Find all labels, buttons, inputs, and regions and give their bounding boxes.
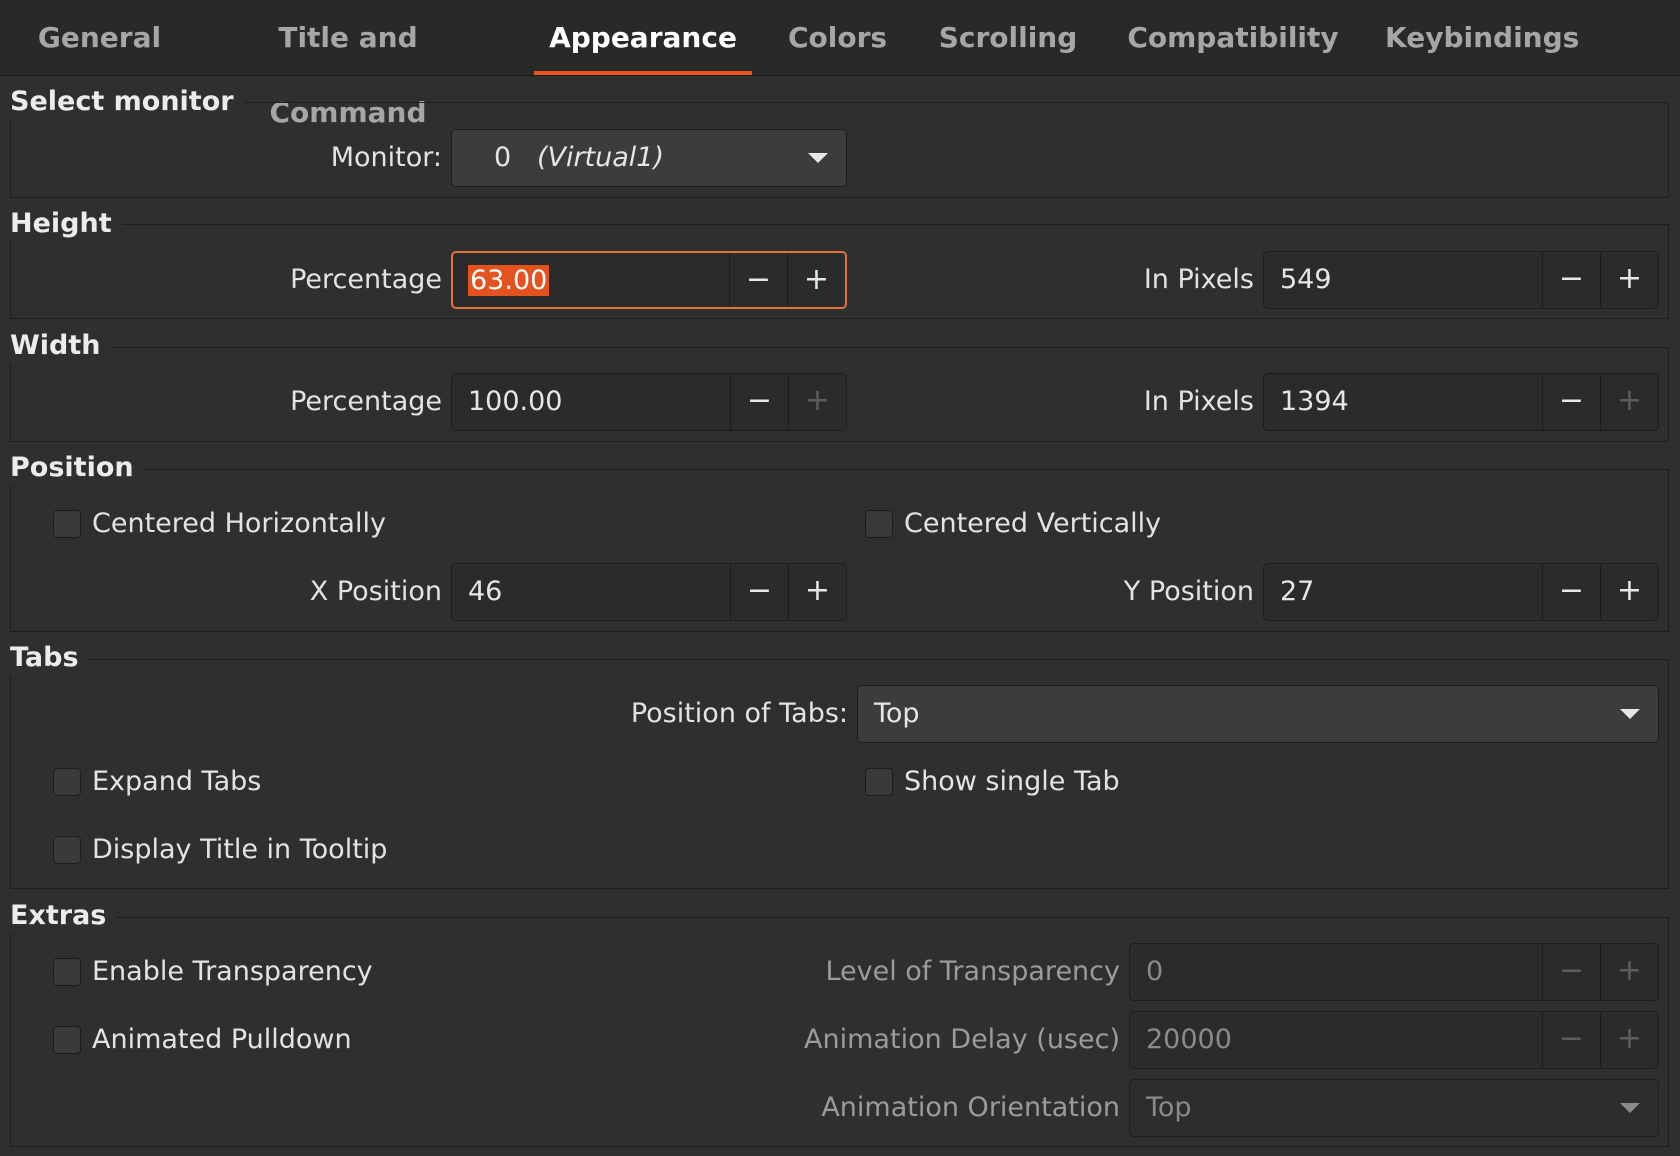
animation-delay-value: 20000: [1146, 1024, 1232, 1055]
animation-orientation-value: Top: [1146, 1092, 1192, 1123]
plus-icon[interactable]: +: [1600, 564, 1658, 620]
height-percentage-spinbutton[interactable]: 63.00 − +: [451, 251, 847, 309]
width-pixels-spinbutton[interactable]: 1394 − +: [1263, 373, 1659, 431]
animation-orientation-combo: Top: [1129, 1079, 1659, 1137]
tab-colors[interactable]: Colors: [775, 0, 900, 75]
minus-icon[interactable]: −: [730, 564, 788, 620]
tab-general[interactable]: General: [22, 0, 177, 75]
monitor-combo-value: 0 (Virtual1): [494, 130, 664, 186]
animated-pulldown-label[interactable]: Animated Pulldown: [92, 1020, 352, 1060]
expand-tabs-checkbox[interactable]: [53, 768, 81, 796]
plus-icon: +: [1600, 1012, 1658, 1068]
plus-icon: +: [788, 374, 846, 430]
animated-pulldown-checkbox[interactable]: [53, 1026, 81, 1054]
position-of-tabs-combo[interactable]: Top: [857, 685, 1659, 743]
x-position-value: 46: [468, 576, 503, 607]
tab-compatibility[interactable]: Compatibility: [1123, 0, 1343, 75]
tab-title-and-command[interactable]: Title and Command: [198, 0, 498, 129]
monitor-label: Monitor:: [330, 142, 442, 173]
chevron-down-icon: [1620, 709, 1640, 719]
height-percentage-value: 63.00: [468, 253, 550, 309]
show-single-tab-label[interactable]: Show single Tab: [904, 762, 1120, 802]
level-of-transparency-value: 0: [1146, 956, 1164, 987]
plus-icon[interactable]: +: [1600, 252, 1658, 308]
plus-icon[interactable]: +: [787, 253, 845, 307]
centered-horizontally-checkbox[interactable]: [53, 510, 81, 538]
x-position-label: X Position: [309, 576, 442, 607]
centered-vertically-checkbox[interactable]: [865, 510, 893, 538]
position-of-tabs-value: Top: [874, 698, 920, 729]
monitor-combo[interactable]: 0 (Virtual1): [451, 129, 847, 187]
section-title-height: Height: [10, 207, 122, 241]
animation-delay-spinbutton: 20000 − +: [1129, 1011, 1659, 1069]
level-of-transparency-label: Level of Transparency: [825, 956, 1120, 987]
minus-icon[interactable]: −: [1542, 374, 1600, 430]
height-pixels-spinbutton[interactable]: 549 − +: [1263, 251, 1659, 309]
minus-icon[interactable]: −: [1542, 252, 1600, 308]
notebook-tab-bar: General Title and Command Appearance Col…: [0, 0, 1680, 129]
height-pixels-label: In Pixels: [1143, 264, 1254, 295]
section-title-position: Position: [10, 451, 144, 485]
minus-icon[interactable]: −: [729, 253, 787, 307]
section-title-extras: Extras: [10, 899, 117, 933]
y-position-label: Y Position: [1123, 576, 1254, 607]
level-of-transparency-spinbutton: 0 − +: [1129, 943, 1659, 1001]
show-single-tab-checkbox[interactable]: [865, 768, 893, 796]
tab-appearance[interactable]: Appearance: [534, 0, 752, 75]
centered-horizontally-label[interactable]: Centered Horizontally: [92, 504, 386, 544]
minus-icon: −: [1542, 944, 1600, 1000]
y-position-value: 27: [1280, 576, 1315, 607]
plus-icon: +: [1600, 944, 1658, 1000]
animation-delay-label: Animation Delay (usec): [804, 1024, 1120, 1055]
x-position-spinbutton[interactable]: 46 − +: [451, 563, 847, 621]
section-title-width: Width: [10, 329, 111, 363]
width-pixels-label: In Pixels: [1143, 386, 1254, 417]
y-position-spinbutton[interactable]: 27 − +: [1263, 563, 1659, 621]
centered-vertically-label[interactable]: Centered Vertically: [904, 504, 1161, 544]
height-percentage-label: Percentage: [290, 264, 442, 295]
height-pixels-value: 549: [1280, 264, 1332, 295]
section-title-select-monitor: Select monitor: [10, 85, 244, 119]
minus-icon: −: [1542, 1012, 1600, 1068]
display-title-in-tooltip-label[interactable]: Display Title in Tooltip: [92, 830, 387, 870]
plus-icon[interactable]: +: [788, 564, 846, 620]
chevron-down-icon: [1620, 1103, 1640, 1113]
enable-transparency-label[interactable]: Enable Transparency: [92, 952, 373, 992]
expand-tabs-label[interactable]: Expand Tabs: [92, 762, 261, 802]
tab-keybindings[interactable]: Keybindings: [1385, 0, 1579, 75]
animation-orientation-label: Animation Orientation: [821, 1092, 1120, 1123]
display-title-in-tooltip-checkbox[interactable]: [53, 836, 81, 864]
width-percentage-value: 100.00: [468, 386, 563, 417]
monitor-index: 0: [494, 142, 512, 173]
height-percentage-selected-text: 63.00: [468, 265, 550, 296]
tab-scrolling[interactable]: Scrolling: [933, 0, 1083, 75]
position-of-tabs-label: Position of Tabs:: [630, 698, 848, 729]
enable-transparency-checkbox[interactable]: [53, 958, 81, 986]
minus-icon[interactable]: −: [1542, 564, 1600, 620]
chevron-down-icon: [808, 153, 828, 163]
minus-icon[interactable]: −: [730, 374, 788, 430]
plus-icon: +: [1600, 374, 1658, 430]
monitor-name: (Virtual1): [536, 142, 665, 173]
section-title-tabs: Tabs: [10, 641, 89, 675]
width-percentage-label: Percentage: [290, 386, 442, 417]
width-percentage-spinbutton[interactable]: 100.00 − +: [451, 373, 847, 431]
width-pixels-value: 1394: [1280, 386, 1349, 417]
